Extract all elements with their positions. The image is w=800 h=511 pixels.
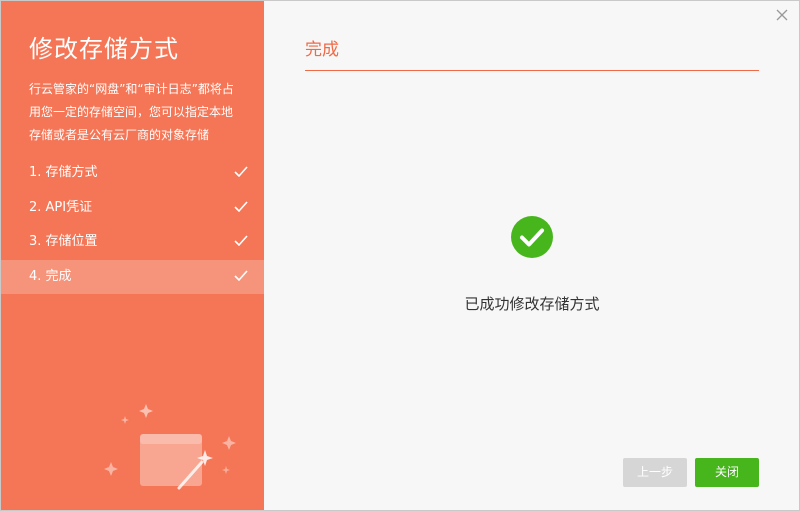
sidebar-description: 行云管家的“网盘”和“审计日志”都将占用您一定的存储空间，您可以指定本地存储或者… bbox=[29, 82, 234, 142]
magic-wand-card-icon bbox=[101, 396, 241, 496]
step-label: 4. 完成 bbox=[29, 268, 72, 284]
step-label: 3. 存储位置 bbox=[29, 234, 98, 249]
step-storage-method[interactable]: 1. 存储方式 bbox=[1, 156, 264, 191]
check-icon bbox=[234, 156, 248, 190]
previous-step-button[interactable]: 上一步 bbox=[623, 458, 687, 487]
sidebar-title: 修改存储方式 bbox=[29, 35, 179, 63]
wizard-steps: 1. 存储方式 2. API凭证 3. 存储位置 4. 完成 bbox=[1, 156, 264, 294]
wizard-sidebar: 修改存储方式 行云管家的“网盘”和“审计日志”都将占用您一定的存储空间，您可以指… bbox=[1, 1, 264, 510]
check-icon bbox=[234, 225, 248, 259]
check-icon bbox=[234, 260, 248, 294]
step-label: 1. 存储方式 bbox=[29, 165, 98, 180]
step-label: 2. API凭证 bbox=[29, 199, 93, 215]
step-complete[interactable]: 4. 完成 bbox=[1, 259, 264, 294]
step-api-credentials[interactable]: 2. API凭证 bbox=[1, 191, 264, 226]
step-storage-location[interactable]: 3. 存储位置 bbox=[1, 225, 264, 260]
wizard-content: 完成 已成功修改存储方式 上一步 关闭 bbox=[264, 1, 799, 510]
success-message: 已成功修改存储方式 bbox=[464, 295, 600, 313]
success-check-circle-icon bbox=[511, 216, 553, 258]
close-icon[interactable] bbox=[774, 7, 790, 23]
close-button[interactable]: 关闭 bbox=[695, 458, 759, 487]
title-divider bbox=[305, 70, 759, 71]
storage-change-dialog: 修改存储方式 行云管家的“网盘”和“审计日志”都将占用您一定的存储空间，您可以指… bbox=[0, 0, 800, 511]
check-icon bbox=[234, 191, 248, 225]
page-title: 完成 bbox=[305, 40, 339, 60]
